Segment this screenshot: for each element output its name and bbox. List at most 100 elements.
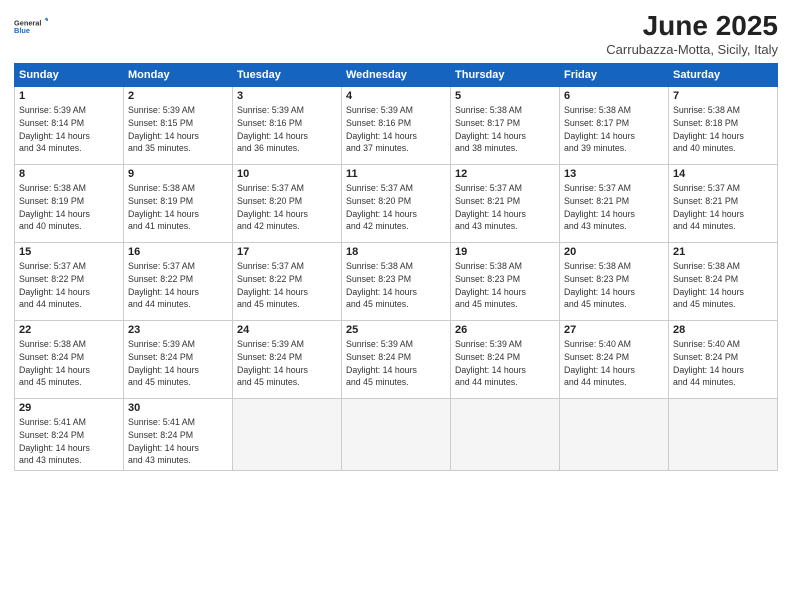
day-info: Sunrise: 5:38 AMSunset: 8:18 PMDaylight:…	[673, 104, 773, 155]
col-header-wednesday: Wednesday	[342, 64, 451, 87]
day-number: 30	[128, 402, 228, 414]
day-number: 5	[455, 90, 555, 102]
calendar-cell: 8Sunrise: 5:38 AMSunset: 8:19 PMDaylight…	[15, 165, 124, 243]
calendar-cell: 9Sunrise: 5:38 AMSunset: 8:19 PMDaylight…	[124, 165, 233, 243]
day-number: 20	[564, 246, 664, 258]
day-info: Sunrise: 5:38 AMSunset: 8:17 PMDaylight:…	[564, 104, 664, 155]
calendar-cell: 23 Sunrise: 5:39 AMSunset: 8:24 PMDayligh…	[124, 321, 233, 399]
logo-svg: General Blue	[14, 10, 48, 44]
calendar-week-3: 15 Sunrise: 5:37 AMSunset: 8:22 PMDayligh…	[15, 243, 778, 321]
calendar-cell	[233, 399, 342, 471]
logo: General Blue	[14, 10, 48, 44]
day-info: Sunrise: 5:39 AMSunset: 8:15 PMDaylight:…	[128, 104, 228, 155]
title-area: June 2025 Carrubazza-Motta, Sicily, Ital…	[606, 10, 778, 57]
col-header-thursday: Thursday	[451, 64, 560, 87]
col-header-friday: Friday	[560, 64, 669, 87]
day-number: 15	[19, 246, 119, 258]
day-info: Sunrise: 5:40 AMSunset: 8:24 PMDaylight:…	[564, 338, 664, 389]
calendar-cell: 26 Sunrise: 5:39 AMSunset: 8:24 PMDayligh…	[451, 321, 560, 399]
day-number: 4	[346, 90, 446, 102]
calendar-week-2: 8Sunrise: 5:38 AMSunset: 8:19 PMDaylight…	[15, 165, 778, 243]
calendar-cell: 12Sunrise: 5:37 AMSunset: 8:21 PMDayligh…	[451, 165, 560, 243]
day-info: Sunrise: 5:38 AMSunset: 8:23 PMDaylight:…	[346, 260, 446, 311]
calendar-cell: 15 Sunrise: 5:37 AMSunset: 8:22 PMDayligh…	[15, 243, 124, 321]
calendar-cell: 3 Sunrise: 5:39 AMSunset: 8:16 PMDaylight…	[233, 87, 342, 165]
day-number: 21	[673, 246, 773, 258]
calendar-header-row: SundayMondayTuesdayWednesdayThursdayFrid…	[15, 64, 778, 87]
day-info: Sunrise: 5:40 AMSunset: 8:24 PMDaylight:…	[673, 338, 773, 389]
day-number: 14	[673, 168, 773, 180]
day-info: Sunrise: 5:38 AMSunset: 8:19 PMDaylight:…	[128, 182, 228, 233]
calendar-cell: 18 Sunrise: 5:38 AMSunset: 8:23 PMDayligh…	[342, 243, 451, 321]
day-info: Sunrise: 5:41 AMSunset: 8:24 PMDaylight:…	[19, 416, 119, 467]
calendar-week-5: 29Sunrise: 5:41 AMSunset: 8:24 PMDayligh…	[15, 399, 778, 471]
month-title: June 2025	[606, 10, 778, 42]
day-number: 13	[564, 168, 664, 180]
day-info: Sunrise: 5:37 AMSunset: 8:22 PMDaylight:…	[237, 260, 337, 311]
day-number: 25	[346, 324, 446, 336]
calendar-cell: 27 Sunrise: 5:40 AMSunset: 8:24 PMDayligh…	[560, 321, 669, 399]
col-header-tuesday: Tuesday	[233, 64, 342, 87]
day-number: 28	[673, 324, 773, 336]
day-number: 2	[128, 90, 228, 102]
calendar-cell: 2 Sunrise: 5:39 AMSunset: 8:15 PMDaylight…	[124, 87, 233, 165]
col-header-monday: Monday	[124, 64, 233, 87]
day-number: 6	[564, 90, 664, 102]
day-number: 3	[237, 90, 337, 102]
day-info: Sunrise: 5:37 AMSunset: 8:21 PMDaylight:…	[673, 182, 773, 233]
calendar-cell: 28 Sunrise: 5:40 AMSunset: 8:24 PMDayligh…	[669, 321, 778, 399]
day-number: 22	[19, 324, 119, 336]
calendar-cell: 16Sunrise: 5:37 AMSunset: 8:22 PMDayligh…	[124, 243, 233, 321]
day-number: 19	[455, 246, 555, 258]
calendar-cell: 24 Sunrise: 5:39 AMSunset: 8:24 PMDayligh…	[233, 321, 342, 399]
calendar-cell: 1 Sunrise: 5:39 AMSunset: 8:14 PMDaylight…	[15, 87, 124, 165]
calendar-cell: 22 Sunrise: 5:38 AMSunset: 8:24 PMDayligh…	[15, 321, 124, 399]
calendar-cell	[451, 399, 560, 471]
calendar-cell: 20Sunrise: 5:38 AMSunset: 8:23 PMDayligh…	[560, 243, 669, 321]
day-info: Sunrise: 5:38 AMSunset: 8:17 PMDaylight:…	[455, 104, 555, 155]
calendar-cell: 17 Sunrise: 5:37 AMSunset: 8:22 PMDayligh…	[233, 243, 342, 321]
calendar-cell: 11 Sunrise: 5:37 AMSunset: 8:20 PMDayligh…	[342, 165, 451, 243]
location: Carrubazza-Motta, Sicily, Italy	[606, 42, 778, 57]
day-info: Sunrise: 5:37 AMSunset: 8:21 PMDaylight:…	[564, 182, 664, 233]
day-number: 1	[19, 90, 119, 102]
day-number: 27	[564, 324, 664, 336]
day-number: 24	[237, 324, 337, 336]
col-header-sunday: Sunday	[15, 64, 124, 87]
day-info: Sunrise: 5:39 AMSunset: 8:16 PMDaylight:…	[346, 104, 446, 155]
day-info: Sunrise: 5:39 AMSunset: 8:14 PMDaylight:…	[19, 104, 119, 155]
calendar-cell	[342, 399, 451, 471]
calendar-cell: 30 Sunrise: 5:41 AMSunset: 8:24 PMDayligh…	[124, 399, 233, 471]
day-number: 10	[237, 168, 337, 180]
day-info: Sunrise: 5:37 AMSunset: 8:22 PMDaylight:…	[19, 260, 119, 311]
calendar-week-4: 22 Sunrise: 5:38 AMSunset: 8:24 PMDayligh…	[15, 321, 778, 399]
day-number: 26	[455, 324, 555, 336]
day-number: 17	[237, 246, 337, 258]
calendar-cell: 14 Sunrise: 5:37 AMSunset: 8:21 PMDayligh…	[669, 165, 778, 243]
day-number: 23	[128, 324, 228, 336]
day-number: 12	[455, 168, 555, 180]
day-number: 11	[346, 168, 446, 180]
calendar-cell: 4 Sunrise: 5:39 AMSunset: 8:16 PMDaylight…	[342, 87, 451, 165]
day-info: Sunrise: 5:37 AMSunset: 8:20 PMDaylight:…	[346, 182, 446, 233]
day-info: Sunrise: 5:38 AMSunset: 8:24 PMDaylight:…	[19, 338, 119, 389]
day-info: Sunrise: 5:38 AMSunset: 8:19 PMDaylight:…	[19, 182, 119, 233]
calendar-cell: 10Sunrise: 5:37 AMSunset: 8:20 PMDayligh…	[233, 165, 342, 243]
calendar-cell: 29Sunrise: 5:41 AMSunset: 8:24 PMDayligh…	[15, 399, 124, 471]
day-number: 18	[346, 246, 446, 258]
day-info: Sunrise: 5:39 AMSunset: 8:16 PMDaylight:…	[237, 104, 337, 155]
svg-text:Blue: Blue	[14, 26, 30, 35]
calendar-cell: 21Sunrise: 5:38 AMSunset: 8:24 PMDayligh…	[669, 243, 778, 321]
day-info: Sunrise: 5:39 AMSunset: 8:24 PMDaylight:…	[346, 338, 446, 389]
calendar-cell	[560, 399, 669, 471]
calendar-cell	[669, 399, 778, 471]
day-info: Sunrise: 5:39 AMSunset: 8:24 PMDaylight:…	[455, 338, 555, 389]
header: General Blue June 2025 Carrubazza-Motta,…	[14, 10, 778, 57]
day-info: Sunrise: 5:41 AMSunset: 8:24 PMDaylight:…	[128, 416, 228, 467]
day-info: Sunrise: 5:39 AMSunset: 8:24 PMDaylight:…	[237, 338, 337, 389]
calendar-cell: 5 Sunrise: 5:38 AMSunset: 8:17 PMDaylight…	[451, 87, 560, 165]
day-number: 7	[673, 90, 773, 102]
day-info: Sunrise: 5:39 AMSunset: 8:24 PMDaylight:…	[128, 338, 228, 389]
day-number: 16	[128, 246, 228, 258]
col-header-saturday: Saturday	[669, 64, 778, 87]
